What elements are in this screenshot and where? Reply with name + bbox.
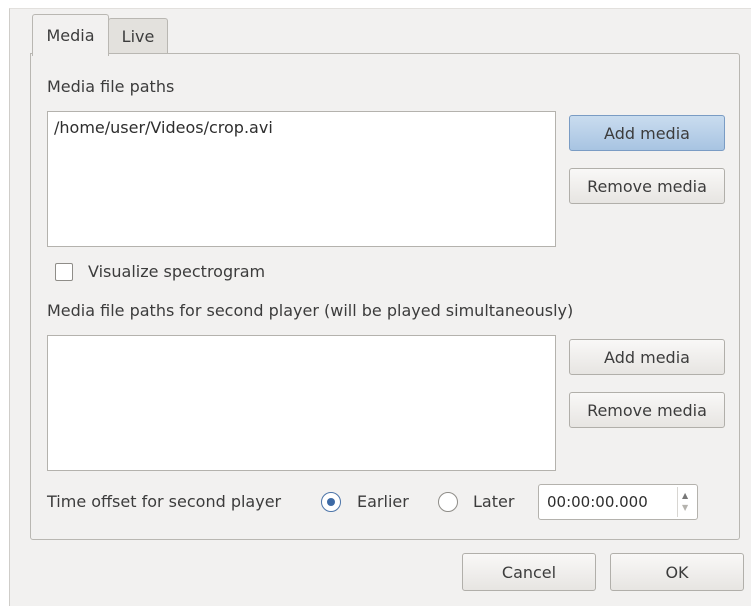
list-item[interactable]: /home/user/Videos/crop.avi bbox=[54, 118, 549, 137]
remove-media-button[interactable]: Remove media bbox=[569, 168, 725, 204]
media-paths-label: Media file paths bbox=[47, 77, 175, 96]
later-label: Later bbox=[473, 492, 515, 511]
tab-media[interactable]: Media bbox=[32, 14, 109, 56]
later-radio[interactable] bbox=[438, 492, 458, 512]
visualize-spectrogram-label: Visualize spectrogram bbox=[88, 262, 266, 281]
chevron-down-icon[interactable]: ▼ bbox=[682, 504, 688, 512]
earlier-label: Earlier bbox=[357, 492, 409, 511]
media-paths-list[interactable]: /home/user/Videos/crop.avi bbox=[47, 111, 556, 247]
tab-media-label: Media bbox=[46, 26, 95, 45]
time-offset-value[interactable]: 00:00:00.000 bbox=[547, 493, 648, 511]
time-offset-label: Time offset for second player bbox=[47, 492, 282, 511]
tab-live-label: Live bbox=[121, 27, 155, 46]
second-remove-media-button[interactable]: Remove media bbox=[569, 392, 725, 428]
chevron-up-icon[interactable]: ▲ bbox=[682, 492, 688, 500]
add-media-button[interactable]: Add media bbox=[569, 115, 725, 151]
spin-buttons: ▲ ▼ bbox=[677, 487, 695, 517]
visualize-spectrogram-checkbox[interactable] bbox=[55, 263, 73, 281]
second-add-media-button[interactable]: Add media bbox=[569, 339, 725, 375]
ok-button[interactable]: OK bbox=[610, 553, 744, 591]
second-paths-list[interactable] bbox=[47, 335, 556, 471]
second-paths-label: Media file paths for second player (will… bbox=[47, 301, 574, 320]
time-offset-spinbox[interactable]: 00:00:00.000 ▲ ▼ bbox=[538, 484, 698, 520]
cancel-button[interactable]: Cancel bbox=[462, 553, 596, 591]
earlier-radio[interactable] bbox=[321, 492, 341, 512]
tab-live[interactable]: Live bbox=[108, 18, 168, 54]
